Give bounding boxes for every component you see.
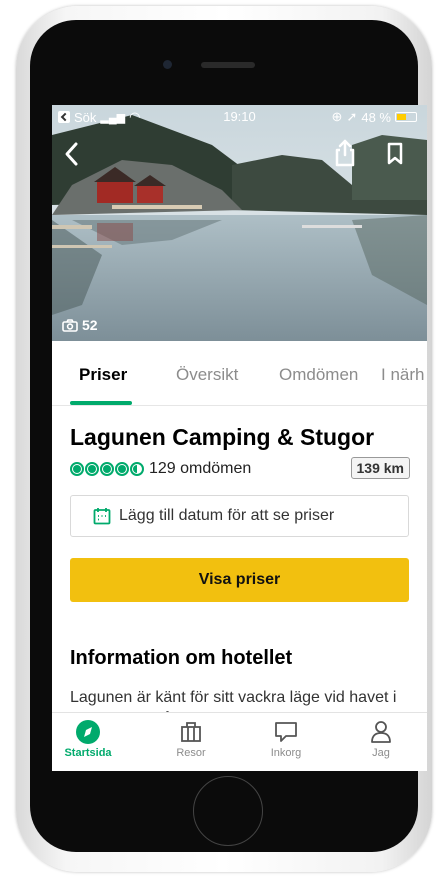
back-button[interactable] bbox=[62, 141, 80, 167]
save-button[interactable] bbox=[386, 142, 404, 166]
show-prices-button[interactable]: Visa priser bbox=[70, 558, 409, 602]
app-screen: Sök ▂▄▆ ◠ 19:10 ⊕ ➚ 48 % 52 Priser Övers… bbox=[52, 105, 427, 771]
home-button[interactable] bbox=[193, 776, 263, 846]
suitcase-icon bbox=[181, 722, 201, 742]
section-tabs: Priser Översikt Omdömen I närh bbox=[52, 341, 427, 406]
add-dates-label: Lägg till datum för att se priser bbox=[119, 507, 335, 524]
bottom-tab-bar: Startsida Resor Inkorg Jag bbox=[52, 712, 427, 771]
hero-image bbox=[52, 105, 427, 341]
nav-label-startsida: Startsida bbox=[64, 747, 112, 759]
hotel-name: Lagunen Camping & Stugor bbox=[70, 424, 375, 450]
review-count-link[interactable]: 129 omdömen bbox=[149, 460, 251, 478]
nav-inkorg[interactable]: Inkorg bbox=[251, 719, 321, 759]
battery-icon bbox=[395, 112, 417, 122]
location-icon: ➚ bbox=[346, 109, 358, 124]
nav-label-resor: Resor bbox=[176, 747, 206, 759]
battery-fill bbox=[397, 114, 406, 120]
inbox-icon bbox=[275, 722, 297, 742]
info-section-title: Information om hotellet bbox=[70, 647, 293, 669]
alarm-icon: ⊕ bbox=[331, 109, 343, 124]
rating-bubble-icon bbox=[130, 462, 144, 476]
rating-row: 129 omdömen 139 km bbox=[70, 457, 410, 481]
tab-omdomen[interactable]: Omdömen bbox=[279, 365, 358, 385]
rating-bubble-icon bbox=[100, 462, 114, 476]
calendar-icon bbox=[93, 508, 111, 525]
nav-label-inkorg: Inkorg bbox=[270, 747, 302, 759]
chevron-left-icon bbox=[65, 142, 78, 166]
status-bar: Sök ▂▄▆ ◠ 19:10 ⊕ ➚ 48 % bbox=[52, 105, 427, 129]
rating-bubble-icon bbox=[115, 462, 129, 476]
nav-label-jag: Jag bbox=[372, 747, 390, 759]
nav-jag[interactable]: Jag bbox=[346, 719, 416, 759]
camera-icon bbox=[62, 318, 78, 332]
status-right: ⊕ ➚ 48 % bbox=[332, 109, 417, 125]
battery-percent: 48 % bbox=[361, 109, 391, 125]
nav-resor[interactable]: Resor bbox=[156, 719, 226, 759]
tab-oversikt[interactable]: Översikt bbox=[176, 365, 238, 385]
bookmark-icon bbox=[387, 142, 403, 165]
earpiece-speaker bbox=[201, 62, 255, 68]
photo-count-value: 52 bbox=[82, 317, 98, 333]
share-icon bbox=[335, 139, 355, 167]
rating-bubble-icon bbox=[70, 462, 84, 476]
profile-icon bbox=[371, 721, 391, 743]
photo-count[interactable]: 52 bbox=[62, 317, 98, 333]
active-tab-indicator bbox=[70, 401, 132, 405]
front-camera bbox=[163, 60, 172, 69]
add-dates-field[interactable]: Lägg till datum för att se priser bbox=[70, 495, 409, 537]
share-button[interactable] bbox=[334, 139, 356, 167]
distance-badge: 139 km bbox=[350, 457, 410, 479]
tab-i-narheten[interactable]: I närh bbox=[381, 365, 424, 385]
nav-startsida[interactable]: Startsida bbox=[53, 719, 123, 759]
rating-bubble-icon bbox=[85, 462, 99, 476]
hero-photo[interactable]: Sök ▂▄▆ ◠ 19:10 ⊕ ➚ 48 % 52 bbox=[52, 105, 427, 341]
rating-bubbles[interactable] bbox=[70, 462, 145, 476]
compass-icon bbox=[76, 720, 100, 744]
tab-priser[interactable]: Priser bbox=[79, 365, 127, 385]
